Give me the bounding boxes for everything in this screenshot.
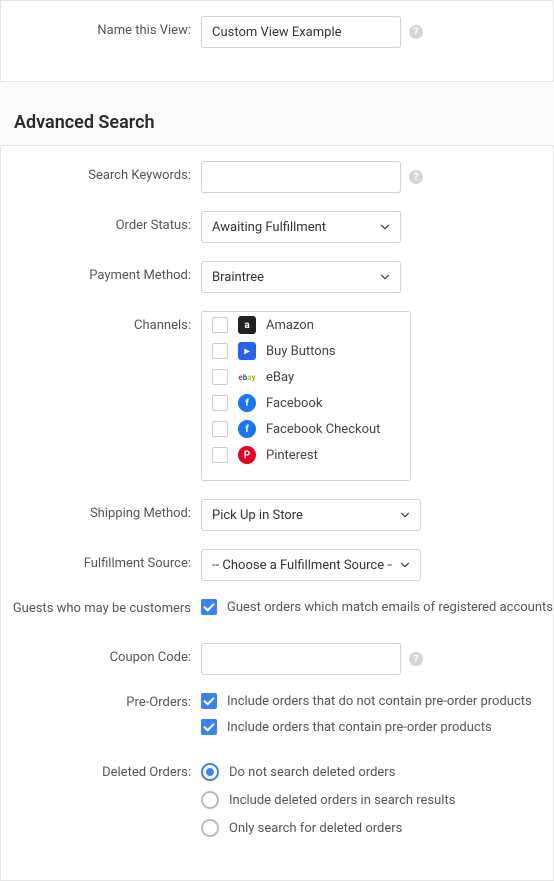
deleted-orders-radio-include[interactable] [201, 791, 219, 809]
channel-name: Pinterest [266, 448, 318, 463]
pre-orders-checkbox-include-with[interactable] [201, 719, 217, 735]
guests-label: Guests who may be customers [1, 599, 201, 616]
fulfillment-source-label: Fulfillment Source: [1, 549, 201, 571]
channel-name: Amazon [266, 318, 314, 333]
amazon-icon: a [238, 316, 256, 334]
payment-method-select[interactable]: Braintree [201, 261, 401, 293]
channel-item-buy-buttons[interactable]: ▸ Buy Buttons [202, 338, 410, 364]
deleted-orders-option-text: Include deleted orders in search results [229, 793, 455, 808]
deleted-orders-option-text: Only search for deleted orders [229, 821, 402, 836]
order-status-select[interactable]: Awaiting Fulfillment [201, 211, 401, 243]
channel-checkbox[interactable] [212, 343, 228, 359]
shipping-method-select[interactable]: Pick Up in Store [201, 499, 421, 531]
search-keywords-label: Search Keywords: [1, 161, 201, 183]
pinterest-icon: P [238, 446, 256, 464]
name-view-input[interactable] [201, 16, 401, 48]
channel-checkbox[interactable] [212, 447, 228, 463]
search-keywords-input[interactable] [201, 161, 401, 193]
pre-orders-checkbox-include-without[interactable] [201, 693, 217, 709]
channel-name: Facebook Checkout [266, 422, 380, 437]
pre-orders-option-text: Include orders that contain pre-order pr… [227, 720, 492, 735]
channels-label: Channels: [1, 311, 201, 333]
channel-item-pinterest[interactable]: P Pinterest [202, 442, 410, 468]
channel-item-facebook-checkout[interactable]: f Facebook Checkout [202, 416, 410, 442]
pre-orders-option-text: Include orders that do not contain pre-o… [227, 694, 532, 709]
fulfillment-source-select[interactable]: -- Choose a Fulfillment Source -- [201, 549, 421, 581]
order-status-label: Order Status: [1, 211, 201, 233]
channel-checkbox[interactable] [212, 395, 228, 411]
coupon-code-input[interactable] [201, 643, 401, 675]
name-view-label: Name this View: [1, 16, 201, 38]
coupon-code-label: Coupon Code: [1, 643, 201, 665]
channel-item-facebook[interactable]: f Facebook [202, 390, 410, 416]
help-icon[interactable]: ? [409, 25, 423, 39]
section-title-advanced-search: Advanced Search [14, 112, 554, 133]
buy-buttons-icon: ▸ [238, 342, 256, 360]
channels-listbox[interactable]: a Amazon ▸ Buy Buttons ebay eBay f Faceb… [201, 311, 411, 481]
help-icon[interactable]: ? [409, 652, 423, 666]
channel-checkbox[interactable] [212, 317, 228, 333]
payment-method-label: Payment Method: [1, 261, 201, 283]
help-icon[interactable]: ? [409, 170, 423, 184]
channel-checkbox[interactable] [212, 369, 228, 385]
channel-name: Facebook [266, 396, 322, 411]
guests-option-text: Guest orders which match emails of regis… [227, 600, 553, 615]
deleted-orders-label: Deleted Orders: [1, 763, 201, 780]
channel-name: eBay [266, 370, 294, 385]
guests-checkbox[interactable] [201, 599, 217, 615]
deleted-orders-radio-do-not-search[interactable] [201, 763, 219, 781]
facebook-icon: f [238, 420, 256, 438]
channel-item-amazon[interactable]: a Amazon [202, 312, 410, 338]
deleted-orders-option-text: Do not search deleted orders [229, 765, 395, 780]
ebay-icon: ebay [238, 368, 256, 386]
facebook-icon: f [238, 394, 256, 412]
channel-item-ebay[interactable]: ebay eBay [202, 364, 410, 390]
pre-orders-label: Pre-Orders: [1, 693, 201, 710]
channel-checkbox[interactable] [212, 421, 228, 437]
deleted-orders-radio-only[interactable] [201, 819, 219, 837]
shipping-method-label: Shipping Method: [1, 499, 201, 521]
channel-name: Buy Buttons [266, 344, 336, 359]
